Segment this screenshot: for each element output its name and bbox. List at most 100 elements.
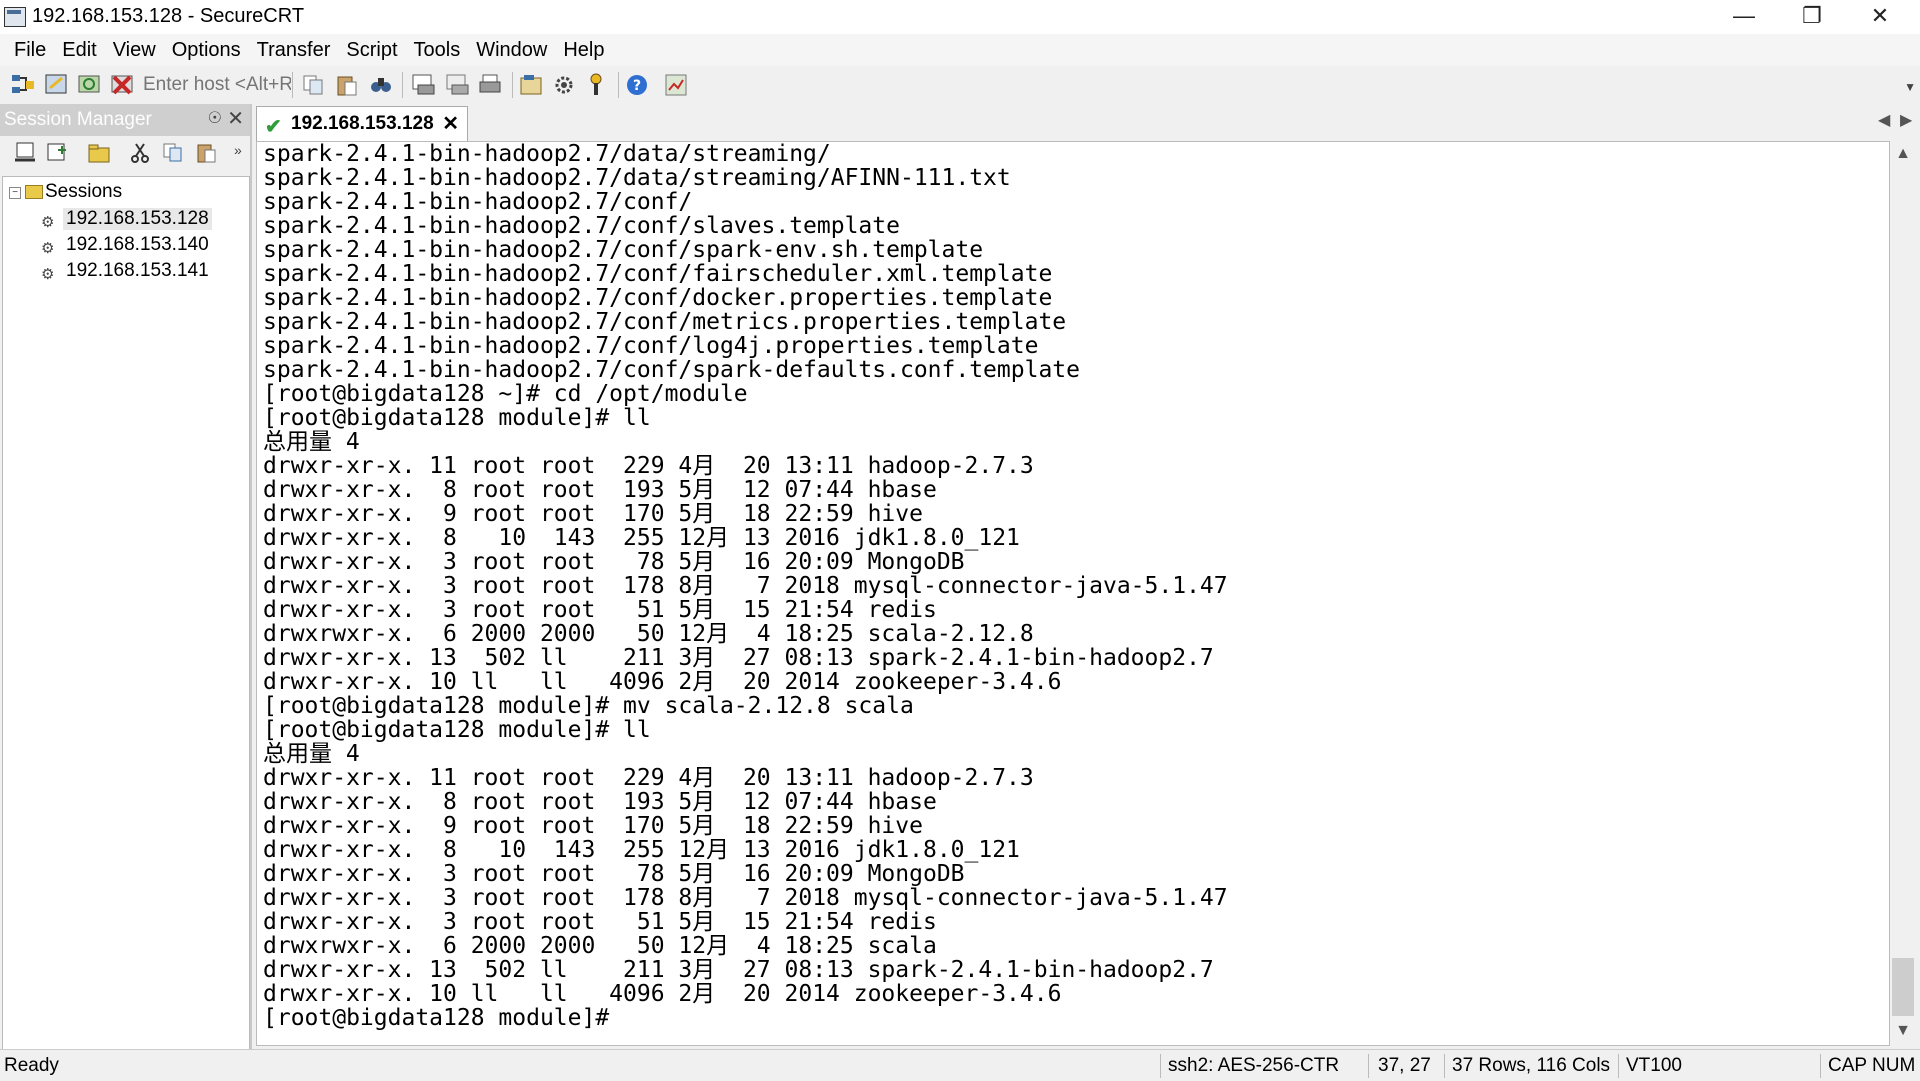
print-selection-icon[interactable] [444, 72, 470, 98]
window-title: 192.168.153.128 - SecureCRT [32, 5, 305, 27]
menu-edit[interactable]: Edit [54, 34, 104, 66]
sessions-root[interactable]: Sessions [45, 181, 122, 203]
panel-toolbar-overflow-icon[interactable]: » [234, 142, 242, 158]
terminal-line: drwxr-xr-x. 8 root root 193 5月 12 07:44 … [263, 789, 937, 815]
session-manager-title: Session Manager [4, 109, 152, 130]
status-divider [1160, 1054, 1161, 1078]
cut-icon[interactable] [127, 140, 153, 166]
toolbar-overflow-icon[interactable]: ▼ [1904, 80, 1916, 94]
status-divider [1618, 1054, 1619, 1078]
help-icon[interactable]: ? [624, 72, 650, 98]
menu-window[interactable]: Window [468, 34, 555, 66]
terminal-line: spark-2.4.1-bin-hadoop2.7/conf/spark-def… [263, 357, 1080, 383]
menu-script[interactable]: Script [338, 34, 405, 66]
terminal-line: [root@bigdata128 module]# ll [263, 405, 651, 431]
terminal-line: 总用量 4 [263, 741, 360, 767]
status-size: 37 Rows, 116 Cols [1452, 1055, 1611, 1076]
menu-view[interactable]: View [105, 34, 164, 66]
session-item[interactable]: 192.168.153.128 [63, 208, 212, 230]
folder-icon [25, 185, 43, 199]
toolbar-divider [512, 72, 513, 98]
close-tab-icon[interactable]: ✕ [442, 111, 459, 136]
new-folder-icon[interactable] [86, 140, 112, 166]
session-item[interactable]: 192.168.153.141 [66, 260, 209, 282]
find-icon[interactable] [368, 72, 394, 98]
quick-connect-icon[interactable] [43, 72, 69, 98]
connect-icon[interactable] [10, 72, 36, 98]
terminal-line: [root@bigdata128 module]# [263, 1005, 610, 1031]
scroll-down-icon[interactable]: ▼ [1890, 1018, 1916, 1044]
session-icon: ⚙ [41, 266, 55, 283]
terminal-line: drwxr-xr-x. 3 root root 178 8月 7 2018 my… [263, 573, 1228, 599]
terminal-line: drwxrwxr-x. 6 2000 2000 50 12月 4 18:25 s… [263, 621, 1034, 647]
scroll-up-icon[interactable]: ▲ [1890, 141, 1916, 167]
terminal-line: spark-2.4.1-bin-hadoop2.7/conf/ [263, 189, 693, 215]
copy-session-icon[interactable] [160, 140, 186, 166]
terminal-line: 总用量 4 [263, 429, 360, 455]
terminal-line: drwxr-xr-x. 11 root root 229 4月 20 13:11… [263, 453, 1034, 479]
title-bar: 192.168.153.128 - SecureCRT — ❐ ✕ [0, 0, 1920, 34]
connect-session-icon[interactable] [12, 140, 38, 166]
copy-icon[interactable] [300, 72, 326, 98]
close-panel-icon[interactable]: ✕ [227, 106, 244, 131]
session-manager-header: Session Manager ☉ ✕ [0, 104, 250, 136]
minimize-button[interactable]: — [1710, 0, 1778, 34]
svg-text:?: ? [633, 78, 641, 94]
collapse-toggle-icon[interactable]: − [9, 187, 21, 199]
print-screen-icon[interactable] [410, 72, 436, 98]
securecrt-app-icon [4, 7, 26, 27]
session-manager-panel: Session Manager ☉ ✕ » − Sessions ⚙ 192.1… [0, 104, 252, 1050]
toolbar-divider [402, 72, 403, 98]
terminal-view[interactable]: spark-2.4.1-bin-hadoop2.7/data/streaming… [256, 141, 1890, 1046]
global-options-icon[interactable] [551, 72, 577, 98]
toolbar-divider [292, 72, 293, 98]
disconnect-icon[interactable] [109, 72, 135, 98]
session-tree: − Sessions ⚙ 192.168.153.128 ⚙ 192.168.1… [2, 176, 250, 1050]
status-divider [1368, 1054, 1369, 1078]
session-icon: ⚙ [41, 240, 55, 257]
terminal-line: drwxr-xr-x. 3 root root 178 8月 7 2018 my… [263, 885, 1228, 911]
terminal-line: drwxr-xr-x. 8 10 143 255 12月 13 2016 jdk… [263, 837, 1020, 863]
reconnect-icon[interactable] [76, 72, 102, 98]
terminal-line: drwxr-xr-x. 9 root root 170 5月 18 22:59 … [263, 813, 923, 839]
session-options-icon[interactable] [518, 72, 544, 98]
terminal-line: drwxr-xr-x. 3 root root 51 5月 15 21:54 r… [263, 909, 937, 935]
terminal-line: drwxr-xr-x. 3 root root 51 5月 15 21:54 r… [263, 597, 937, 623]
screen-map-icon[interactable] [663, 72, 689, 98]
terminal-line: drwxr-xr-x. 10 ll ll 4096 2月 20 2014 zoo… [263, 981, 1062, 1007]
keymap-icon[interactable] [584, 72, 610, 98]
menu-options[interactable]: Options [164, 34, 249, 66]
terminal-line: drwxr-xr-x. 11 root root 229 4月 20 13:11… [263, 765, 1034, 791]
terminal-line: spark-2.4.1-bin-hadoop2.7/data/streaming… [263, 165, 1011, 191]
session-item[interactable]: 192.168.153.140 [66, 234, 209, 256]
terminal-scrollbar[interactable]: ▲ ▼ [1890, 141, 1916, 1044]
status-cursor: 37, 27 [1378, 1055, 1431, 1076]
menu-help[interactable]: Help [555, 34, 612, 66]
new-session-icon[interactable] [44, 140, 70, 166]
close-window-button[interactable]: ✕ [1846, 0, 1914, 34]
scrollbar-thumb[interactable] [1892, 958, 1914, 1016]
pin-icon[interactable]: ☉ [208, 108, 222, 128]
tab-scroll-right-icon[interactable]: ▶ [1900, 110, 1912, 130]
menu-file[interactable]: File [6, 34, 54, 66]
menu-transfer[interactable]: Transfer [249, 34, 339, 66]
menu-tools[interactable]: Tools [406, 34, 469, 66]
terminal-line: drwxr-xr-x. 13 502 ll 211 3月 27 08:13 sp… [263, 645, 1214, 671]
terminal-line: drwxr-xr-x. 10 ll ll 4096 2月 20 2014 zoo… [263, 669, 1062, 695]
toolbar-divider [618, 72, 619, 98]
terminal-line: drwxr-xr-x. 3 root root 78 5月 16 20:09 M… [263, 549, 965, 575]
terminal-line: spark-2.4.1-bin-hadoop2.7/conf/docker.pr… [263, 285, 1053, 311]
paste-session-icon[interactable] [194, 140, 220, 166]
terminal-line: [root@bigdata128 module]# ll [263, 717, 651, 743]
status-ready: Ready [4, 1055, 59, 1076]
enter-host-input[interactable] [141, 71, 293, 99]
terminal-line: drwxr-xr-x. 8 root root 193 5月 12 07:44 … [263, 477, 937, 503]
terminal-line: spark-2.4.1-bin-hadoop2.7/conf/log4j.pro… [263, 333, 1039, 359]
terminal-line: spark-2.4.1-bin-hadoop2.7/conf/slaves.te… [263, 213, 900, 239]
session-tab[interactable]: ✔ 192.168.153.128 ✕ [256, 106, 468, 141]
paste-icon[interactable] [334, 72, 360, 98]
status-cipher: ssh2: AES-256-CTR [1168, 1055, 1340, 1076]
restore-button[interactable]: ❐ [1778, 0, 1846, 34]
print-icon[interactable] [477, 72, 503, 98]
tab-scroll-left-icon[interactable]: ◀ [1878, 110, 1890, 130]
